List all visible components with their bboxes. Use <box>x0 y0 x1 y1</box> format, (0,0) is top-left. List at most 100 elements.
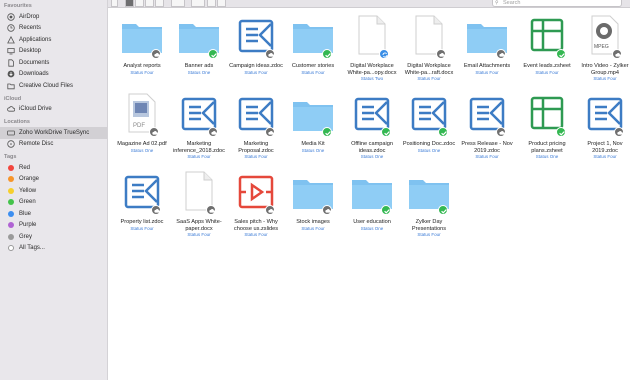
svg-text:PDF: PDF <box>133 123 145 129</box>
sidebar-item-zoho-workdrive-truesync[interactable]: Zoho WorkDrive TrueSync <box>0 127 107 139</box>
file-status: Status One <box>417 147 441 153</box>
synced-check-icon <box>556 49 566 59</box>
favourites-header: Favourites <box>4 3 32 9</box>
file-item[interactable]: PDF Magazine Ad 02.pdf Status One <box>113 91 171 154</box>
file-name: Intro Video - Zylker Group.mp4 <box>581 63 629 76</box>
file-status: Status Four <box>301 69 325 75</box>
file-item[interactable]: Offline campaign ideas.zdoc Status One <box>343 91 401 160</box>
view-mode-group <box>125 0 165 7</box>
back-button[interactable] <box>111 0 118 7</box>
sidebar-item-desktop[interactable]: Desktop <box>0 46 107 58</box>
file-name: Press Release - Nov 2019.zdoc <box>461 141 513 154</box>
tag-color-dot <box>8 222 14 229</box>
cloud-status-icon <box>265 49 275 59</box>
zoho-show-icon <box>227 169 285 215</box>
file-name: Property list.zdoc <box>120 219 164 225</box>
file-item[interactable]: Customer stories Status Four <box>284 13 342 76</box>
tag-color-dot <box>8 245 14 252</box>
file-item[interactable]: Marketing Proposal.zdoc Status Four <box>227 91 285 160</box>
tags-button[interactable] <box>217 0 226 7</box>
cloud-status-icon <box>151 205 161 215</box>
file-item[interactable]: Analyst reports Status Four <box>113 13 171 76</box>
file-item[interactable]: Project 1, Nov 2019.zdoc Status Four <box>576 91 630 160</box>
video-icon: MPEG <box>576 13 630 59</box>
action-gear-button[interactable] <box>191 0 205 7</box>
file-item[interactable]: Property list.zdoc Status Four <box>113 169 171 232</box>
download-icon <box>7 70 15 78</box>
file-item[interactable]: User education Status One <box>343 169 401 232</box>
applications-icon <box>7 35 15 44</box>
file-item[interactable]: Email Attachments Status Four <box>458 13 516 76</box>
folder-icon <box>284 91 342 137</box>
sidebar-item-icloud-drive[interactable]: iCloud Drive <box>0 104 107 116</box>
file-status: Status Two <box>360 76 384 81</box>
zoho-writer-icon <box>227 91 285 137</box>
file-name: Positioning Doc.zdoc <box>402 141 456 147</box>
sidebar-item-downloads[interactable]: Downloads <box>0 69 107 81</box>
file-item[interactable]: Press Release - Nov 2019.zdoc Status Four <box>458 91 516 160</box>
file-item[interactable]: SaaS Apps White-paper.docx Status Four <box>170 169 228 238</box>
column-view-button[interactable] <box>145 0 154 7</box>
sidebar-item-applications[interactable]: Applications <box>0 34 107 46</box>
tag-grey[interactable]: Grey <box>0 231 107 243</box>
tag-yellow[interactable]: Yellow <box>0 185 107 197</box>
group-by-button[interactable] <box>171 0 185 7</box>
tag-blue[interactable]: Blue <box>0 208 107 220</box>
cloud-status-icon <box>206 205 216 215</box>
tag-red[interactable]: Red <box>0 162 107 174</box>
file-status: Status One <box>187 69 211 75</box>
airdrop-icon <box>7 13 15 21</box>
file-name: SaaS Apps White-paper.docx <box>176 219 222 232</box>
tag-orange[interactable]: Orange <box>0 174 107 186</box>
zoho-sheet-icon <box>518 13 576 59</box>
synced-check-icon <box>208 49 218 59</box>
list-view-button[interactable] <box>135 0 144 7</box>
file-name: Digital Workplace White-pa...opy.docx <box>347 63 397 76</box>
gallery-view-button[interactable] <box>155 0 164 7</box>
file-item[interactable]: Marketing inference_2018.zdoc Status Four <box>170 91 228 160</box>
file-item[interactable]: Event leads.zsheet Status Four <box>518 13 576 76</box>
file-status: Status Four <box>475 154 499 159</box>
tag-purple[interactable]: Purple <box>0 220 107 232</box>
svg-text:MPEG: MPEG <box>594 44 609 50</box>
sidebar-item-airdrop[interactable]: AirDrop <box>0 11 107 23</box>
file-item[interactable]: MPEG Intro Video - Zylker Group.mp4 Status… <box>576 13 630 82</box>
synced-check-icon <box>438 205 448 215</box>
file-status: Status Four <box>301 225 325 231</box>
zoho-writer-icon <box>576 91 630 137</box>
zoho-writer-icon <box>113 169 171 215</box>
file-name: Customer stories <box>291 63 335 69</box>
file-name: Magazine Ad 02.pdf <box>117 141 167 147</box>
file-item[interactable]: Positioning Doc.zdoc Status One <box>400 91 458 154</box>
tag-all-tags[interactable]: All Tags... <box>0 243 107 255</box>
file-status: Status One <box>360 154 384 159</box>
folder-icon <box>170 13 228 59</box>
sidebar-item-creative-cloud-files[interactable]: Creative Cloud Files <box>0 80 107 92</box>
search-field[interactable]: ⚲ Search <box>492 0 622 7</box>
synced-check-icon <box>381 127 391 137</box>
file-item[interactable]: Zylker Day Presentations Status Four <box>400 169 458 238</box>
sidebar-item-label: Remote Disc <box>19 141 54 148</box>
share-button[interactable] <box>207 0 216 7</box>
file-item[interactable]: Banner ads Status One <box>170 13 228 76</box>
icon-view-button[interactable] <box>125 0 134 7</box>
file-item[interactable]: Digital Workplace White-pa...opy.docx Sta… <box>343 13 401 82</box>
sidebar-item-documents[interactable]: Documents <box>0 57 107 69</box>
synced-check-icon <box>322 49 332 59</box>
file-item[interactable]: Stock images Status Four <box>284 169 342 232</box>
tag-color-dot <box>8 199 14 206</box>
file-name: Product pricing plans.zsheet <box>528 141 566 154</box>
file-item[interactable]: Media Kit Status One <box>284 91 342 154</box>
tag-green[interactable]: Green <box>0 197 107 209</box>
file-item[interactable]: Digital Workplace White-pa...raft.docx St… <box>400 13 458 82</box>
file-item[interactable]: Product pricing plans.zsheet Status One <box>518 91 576 160</box>
file-name: Event leads.zsheet <box>523 63 571 69</box>
tag-color-dot <box>8 164 14 171</box>
sidebar-item-recents[interactable]: Recents <box>0 23 107 35</box>
file-status: Status Four <box>130 225 154 231</box>
tag-label: Yellow <box>19 187 37 194</box>
file-item[interactable]: Campaign ideas.zdoc Status Four <box>227 13 285 76</box>
file-item[interactable]: Sales pitch - Why choose us.zslides Statu… <box>227 169 285 238</box>
locations-header: Locations <box>4 119 30 125</box>
sidebar-item-remote-disc[interactable]: Remote Disc <box>0 139 107 151</box>
